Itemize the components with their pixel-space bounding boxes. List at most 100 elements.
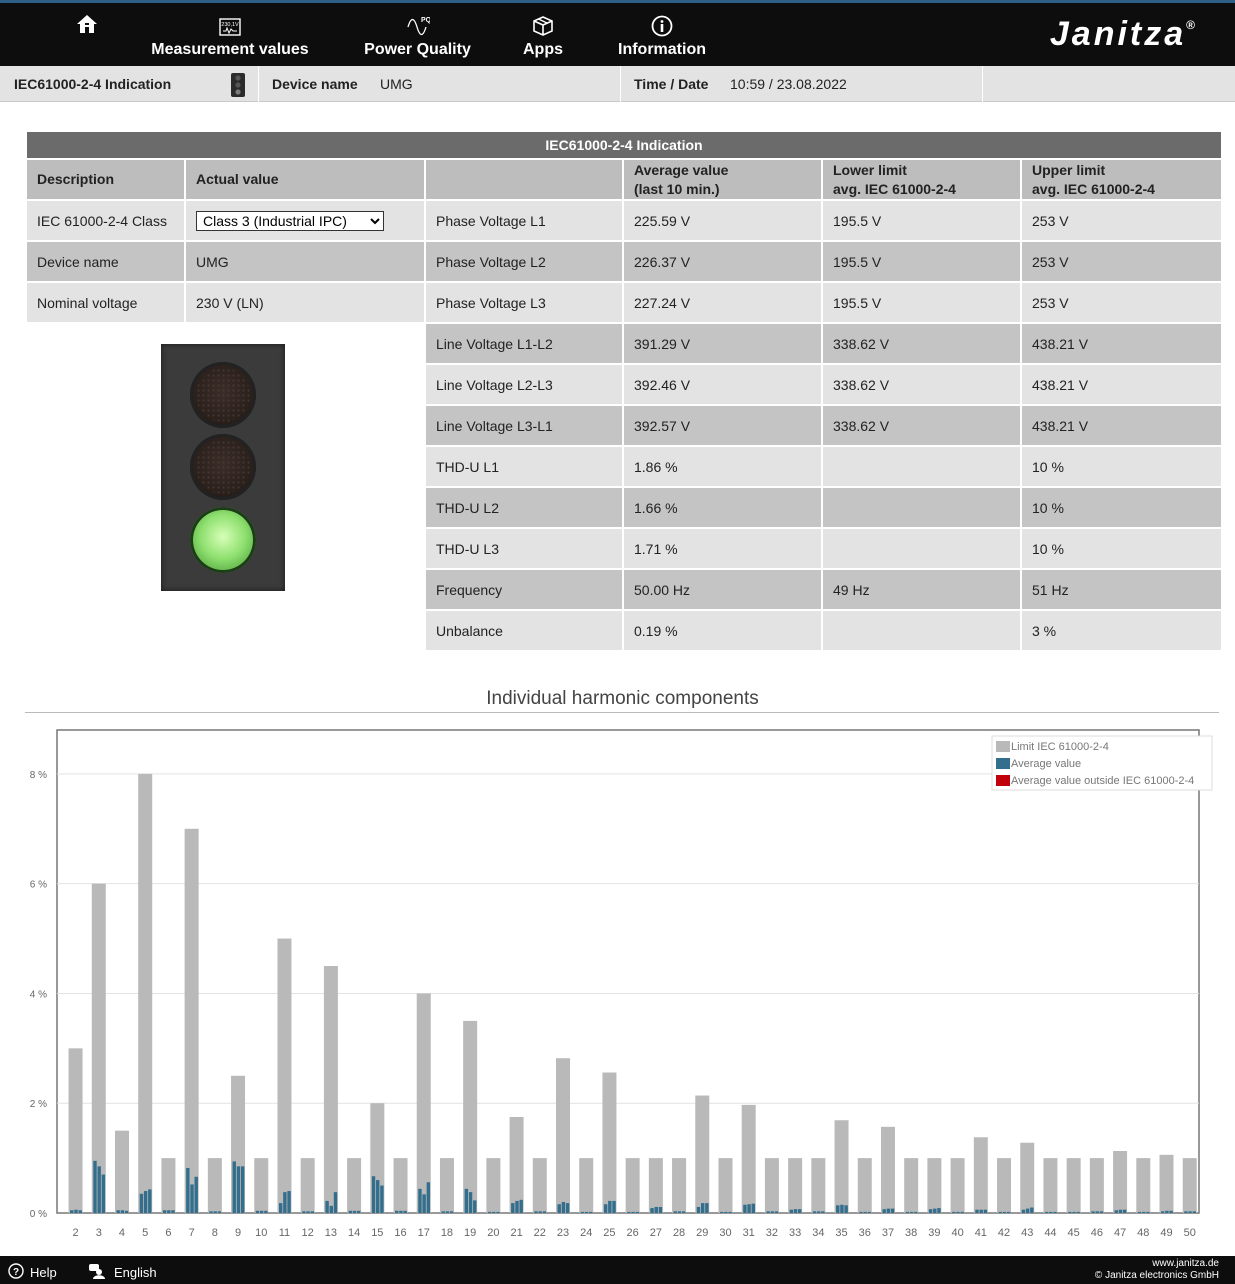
setting-value: UMG bbox=[186, 242, 424, 281]
x-tick-label: 27 bbox=[650, 1227, 662, 1239]
limit-bar bbox=[184, 828, 199, 1213]
nav-label: Apps bbox=[523, 41, 563, 58]
limit-bar bbox=[300, 1158, 315, 1213]
col-header-average: Average value (last 10 min.) bbox=[624, 160, 821, 199]
average-bar bbox=[1118, 1209, 1123, 1213]
average-bar bbox=[751, 1203, 755, 1213]
x-tick-label: 17 bbox=[418, 1227, 430, 1239]
limit-bar bbox=[788, 1158, 803, 1213]
x-tick-label: 43 bbox=[1021, 1227, 1033, 1239]
limit-bar bbox=[68, 1048, 83, 1213]
limit-bar bbox=[416, 993, 431, 1213]
average-bar bbox=[979, 1209, 983, 1213]
legend-swatch bbox=[996, 775, 1010, 786]
nav-label: Power Quality bbox=[364, 41, 471, 58]
average-bar bbox=[194, 1176, 198, 1213]
plot-area bbox=[56, 729, 1200, 1214]
website-link[interactable]: www.janitza.de bbox=[1095, 1258, 1219, 1270]
average-bar bbox=[766, 1211, 770, 1213]
upper-limit: 10 % bbox=[1022, 529, 1221, 568]
upper-limit: 253 V bbox=[1022, 283, 1221, 322]
x-tick-label: 37 bbox=[882, 1227, 894, 1239]
x-tick-label: 39 bbox=[928, 1227, 940, 1239]
average-bar bbox=[97, 1166, 101, 1213]
help-link[interactable]: ? Help bbox=[8, 1263, 57, 1282]
measurement-name: Unbalance bbox=[426, 611, 622, 650]
traffic-light-mini-icon bbox=[231, 66, 245, 102]
average-bar bbox=[403, 1210, 407, 1213]
average-bar bbox=[310, 1211, 314, 1213]
iec-class-select[interactable]: Class 3 (Industrial IPC) bbox=[196, 210, 384, 231]
x-tick-label: 46 bbox=[1091, 1227, 1103, 1239]
average-bar bbox=[329, 1205, 333, 1213]
average-bar bbox=[1021, 1209, 1026, 1213]
limit-bar bbox=[950, 1158, 965, 1213]
lower-limit bbox=[823, 611, 1020, 650]
average-bar bbox=[1114, 1210, 1118, 1213]
limit-bar bbox=[997, 1158, 1012, 1213]
x-tick-label: 30 bbox=[719, 1227, 731, 1239]
limit-bar bbox=[857, 1158, 872, 1213]
col-header-description: Description bbox=[27, 160, 184, 199]
average-bar bbox=[983, 1209, 988, 1213]
average-bar bbox=[812, 1211, 817, 1213]
average-bar bbox=[1068, 1211, 1072, 1213]
average-bar bbox=[283, 1192, 287, 1213]
x-tick-label: 38 bbox=[905, 1227, 917, 1239]
average-bar bbox=[124, 1210, 129, 1213]
x-tick-label: 10 bbox=[255, 1227, 267, 1239]
average-bar bbox=[445, 1211, 450, 1213]
average-bar bbox=[705, 1203, 709, 1213]
y-tick-label: 4 % bbox=[30, 989, 47, 1000]
legend-swatch bbox=[996, 741, 1010, 752]
nav-measurement-values[interactable]: 230,1V Measurement values bbox=[145, 3, 315, 66]
average-bar bbox=[770, 1211, 775, 1213]
measurement-name: Frequency bbox=[426, 570, 622, 609]
x-tick-label: 19 bbox=[464, 1227, 476, 1239]
average-value: 391.29 V bbox=[624, 324, 821, 363]
measurement-name: Line Voltage L3-L1 bbox=[426, 406, 622, 445]
average-bar bbox=[658, 1206, 663, 1213]
limit-bar bbox=[138, 773, 153, 1213]
x-tick-label: 23 bbox=[557, 1227, 569, 1239]
limit-bar bbox=[532, 1158, 547, 1213]
average-bar bbox=[232, 1161, 236, 1213]
limit-bar bbox=[973, 1137, 988, 1213]
average-bar bbox=[937, 1208, 941, 1213]
upper-limit: 3 % bbox=[1022, 611, 1221, 650]
average-bar bbox=[1053, 1211, 1057, 1213]
x-tick-label: 8 bbox=[212, 1227, 218, 1239]
nav-apps[interactable]: Apps bbox=[513, 3, 573, 66]
limit-bar bbox=[463, 1020, 478, 1213]
average-bar bbox=[1006, 1211, 1011, 1213]
average-value: 392.57 V bbox=[624, 406, 821, 445]
limit-bar bbox=[672, 1158, 687, 1213]
average-bar bbox=[302, 1211, 306, 1213]
language-selector[interactable]: English bbox=[88, 1263, 157, 1282]
legend-label: Average value outside IEC 61000-2-4 bbox=[1011, 775, 1194, 787]
home-button[interactable] bbox=[62, 3, 112, 66]
average-bar bbox=[821, 1211, 825, 1213]
nav-information[interactable]: Information bbox=[612, 3, 712, 66]
average-bar bbox=[580, 1211, 585, 1213]
help-icon: ? bbox=[8, 1263, 24, 1282]
limit-bar bbox=[114, 1130, 129, 1213]
x-tick-label: 5 bbox=[142, 1227, 148, 1239]
x-tick-label: 7 bbox=[189, 1227, 195, 1239]
info-icon bbox=[612, 3, 712, 37]
average-bar bbox=[608, 1200, 612, 1213]
average-bar bbox=[1146, 1211, 1150, 1213]
chart-divider bbox=[25, 712, 1219, 713]
average-bar bbox=[1141, 1211, 1146, 1213]
average-bar bbox=[650, 1208, 654, 1213]
x-tick-label: 33 bbox=[789, 1227, 801, 1239]
average-bar bbox=[928, 1209, 933, 1213]
nav-power-quality[interactable]: PQ Power Quality bbox=[355, 3, 480, 66]
x-tick-label: 18 bbox=[441, 1227, 453, 1239]
limit-bar bbox=[1136, 1158, 1151, 1213]
average-bar bbox=[1002, 1211, 1007, 1213]
x-tick-label: 24 bbox=[580, 1227, 592, 1239]
traffic-light-indicator bbox=[161, 344, 285, 591]
average-bar bbox=[162, 1210, 167, 1213]
table-row: Nominal voltage 230 V (LN) Phase Voltage… bbox=[27, 283, 1221, 322]
